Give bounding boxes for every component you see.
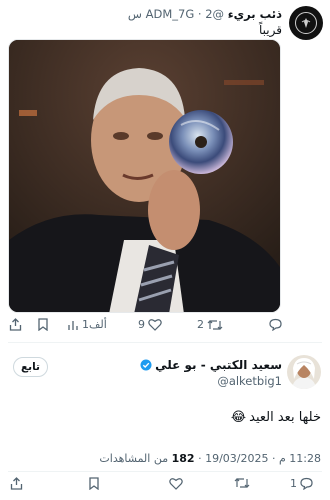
retweet-icon <box>207 319 223 330</box>
share-button[interactable] <box>9 318 22 331</box>
reply-divider <box>8 471 322 472</box>
reply-bubble-icon <box>300 477 313 490</box>
heart-icon <box>148 319 162 331</box>
bookmark-icon <box>38 318 48 331</box>
reply-author-avatar[interactable] <box>287 355 321 389</box>
bookmark-button[interactable] <box>37 318 49 331</box>
views-stat[interactable]: 1ألف <box>67 318 107 331</box>
reply-views-count: 182 <box>171 452 195 465</box>
author-handle[interactable]: @ADM_7G <box>146 7 224 21</box>
meta-separator: · <box>271 452 276 465</box>
like-button[interactable]: 9 <box>138 318 162 331</box>
thread-divider <box>8 342 322 343</box>
header-separator: · <box>197 7 202 21</box>
reply-bubble-icon <box>269 318 282 331</box>
views-chart-icon <box>68 320 78 330</box>
reply-author-handle[interactable]: @alketbig1 <box>217 374 282 388</box>
tweet-media-image[interactable] <box>8 39 281 313</box>
verified-badge-icon <box>140 359 152 371</box>
reply-author-name[interactable]: سعيد الكتبي - بو علي <box>155 358 282 372</box>
emblem-icon <box>295 12 317 34</box>
like-count: 9 <box>138 318 145 331</box>
reply-retweet-button[interactable] <box>231 477 250 489</box>
author-name[interactable]: ذئب بريء <box>228 7 282 21</box>
reply-reply-count: 1 <box>290 477 297 490</box>
views-count: 1ألف <box>82 318 107 331</box>
tweet-header: ذئب بريء @ADM_7G · 2 س <box>128 7 282 21</box>
share-icon <box>10 477 23 490</box>
laughing-emoji-icon: 😂 <box>230 410 247 425</box>
retweet-button[interactable]: 2 <box>197 318 223 331</box>
reply-text: خلها بعد العيد 😂 <box>231 410 321 425</box>
reply-bookmark-button[interactable] <box>88 477 100 490</box>
follow-button[interactable]: تابع <box>13 357 48 377</box>
share-icon <box>9 318 22 331</box>
reply-metadata: 11:28 م · 19/03/2025 · 182 من المشاهدات <box>99 452 321 465</box>
reply-views-label: من المشاهدات <box>99 452 169 465</box>
reply-actions: 1 <box>0 476 330 496</box>
retweet-count: 2 <box>197 318 204 331</box>
reply-date[interactable]: 19/03/2025 <box>205 452 268 465</box>
tweet-text: قريباً <box>259 23 282 37</box>
reply-time[interactable]: 11:28 م <box>279 452 321 465</box>
meta-separator: · <box>198 452 202 465</box>
reply-text-body: خلها بعد العيد <box>249 410 321 425</box>
reply-author-line: سعيد الكتبي - بو علي <box>140 358 282 372</box>
reply-button[interactable] <box>266 318 282 331</box>
tweet-actions: 1ألف 9 2 <box>0 315 290 337</box>
bookmark-icon <box>89 477 99 490</box>
retweet-icon <box>234 478 250 488</box>
author-avatar[interactable] <box>289 6 323 40</box>
main-tweet[interactable]: ذئب بريء @ADM_7G · 2 س قريباً 1ألف 9 2 <box>0 0 330 338</box>
heart-icon <box>169 478 183 490</box>
person-avatar-icon <box>287 355 321 389</box>
photo-illustration <box>9 40 280 312</box>
reply-like-button[interactable] <box>166 477 183 490</box>
reply-reply-button[interactable]: 1 <box>290 477 313 490</box>
reply-share-button[interactable] <box>10 477 23 490</box>
